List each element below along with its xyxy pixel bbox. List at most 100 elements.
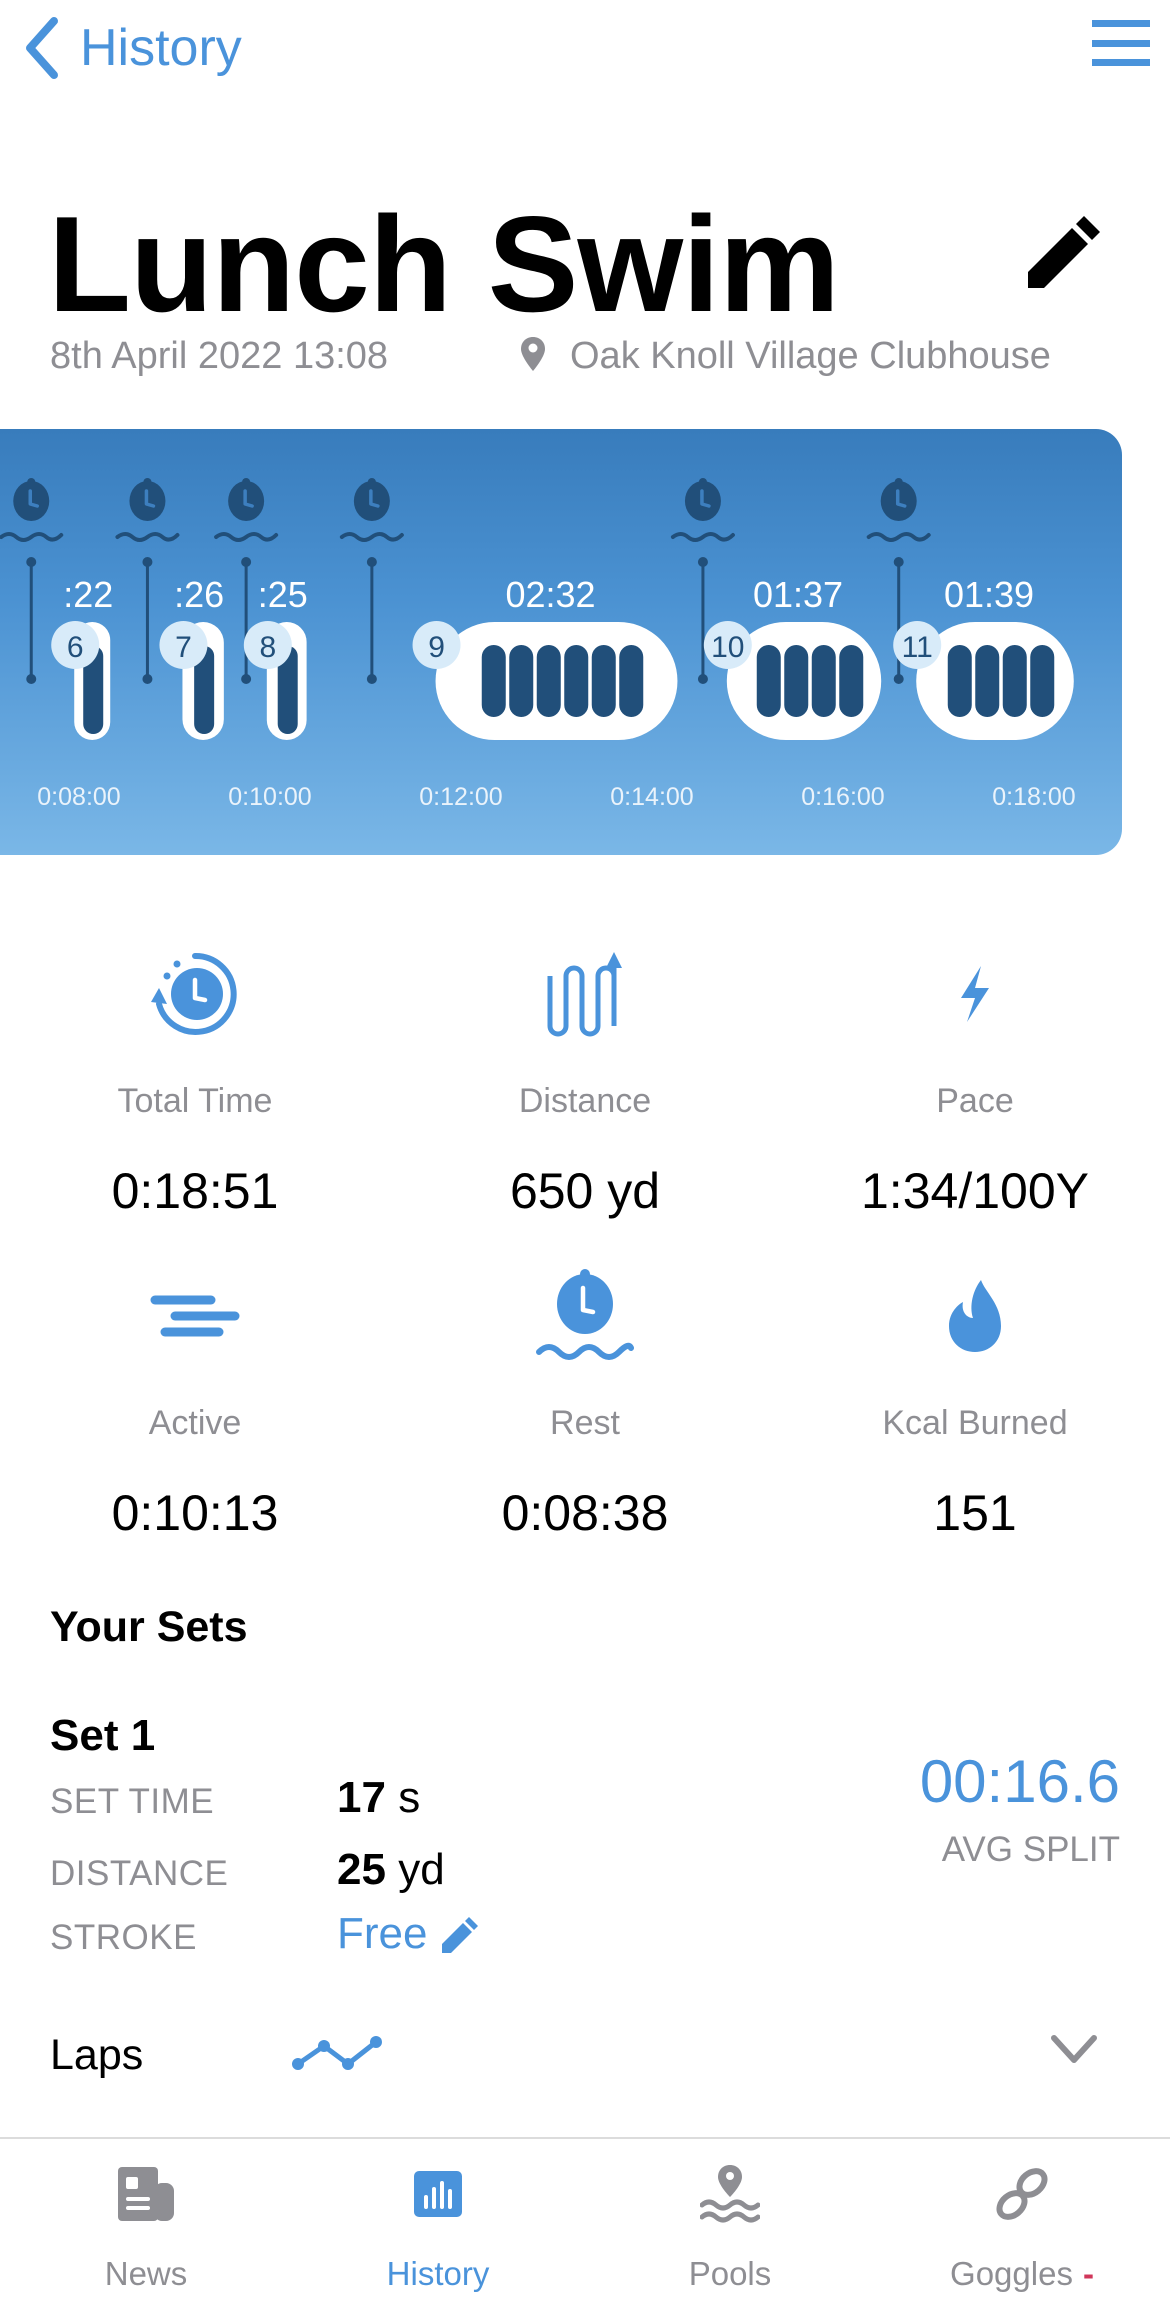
x-tick-label: 0:14:00 xyxy=(610,783,693,811)
set-duration-label: 01:37 xyxy=(753,574,843,615)
pencil-icon xyxy=(1028,216,1100,288)
link-chain-icon xyxy=(996,2168,1048,2220)
chevron-left-icon xyxy=(26,17,58,79)
rest-wave-icon xyxy=(214,532,279,542)
set-time-unit: s xyxy=(398,1773,421,1822)
avg-split-label: AVG SPLIT xyxy=(941,1830,1120,1869)
rest-wave-icon xyxy=(0,532,64,542)
distance-label: DISTANCE xyxy=(50,1854,229,1893)
set-number: 7 xyxy=(175,631,192,664)
x-tick-label: 0:12:00 xyxy=(419,783,502,811)
lap-bar xyxy=(564,645,589,717)
pool-location-icon xyxy=(700,2165,760,2223)
line-graph-icon xyxy=(292,2036,382,2070)
pencil-icon xyxy=(442,1917,479,1953)
lap-bar xyxy=(509,645,534,717)
rest-wave-icon xyxy=(115,532,180,542)
sets-heading: Your Sets xyxy=(50,1603,248,1651)
set-time-value: 17 s xyxy=(337,1776,420,1820)
set-duration-label: :26 xyxy=(174,574,224,615)
lap-bar xyxy=(947,645,972,717)
tab-history[interactable]: History xyxy=(292,2139,584,2309)
rest-line-start-dot xyxy=(241,557,252,567)
rest-wave-icon xyxy=(866,532,931,542)
x-tick-label: 0:08:00 xyxy=(37,783,120,811)
lap-bar xyxy=(536,645,561,717)
stat-value: 0:08:38 xyxy=(501,1485,669,1541)
workout-title: Lunch Swim xyxy=(48,188,840,340)
lane-distance-icon xyxy=(390,946,780,1042)
laps-expander[interactable] xyxy=(0,2000,1170,2100)
rest-line-start-dot xyxy=(26,557,37,567)
rest-line-end-dot xyxy=(366,674,377,684)
lap-bar xyxy=(619,645,644,717)
lightning-bolt-icon xyxy=(780,946,1170,1042)
stat-value: 0:10:13 xyxy=(111,1485,279,1541)
distance-value: 25 yd xyxy=(337,1848,445,1892)
set-number: 11 xyxy=(902,631,933,664)
set-number: 10 xyxy=(711,631,744,664)
lap-bar xyxy=(975,645,1000,717)
x-tick-label: 0:18:00 xyxy=(992,783,1075,811)
lap-bar xyxy=(811,645,836,717)
stat-label: Kcal Burned xyxy=(882,1404,1068,1442)
stat-kcal: Kcal Burned 151 xyxy=(780,1268,1170,1538)
back-button[interactable]: History xyxy=(22,12,242,84)
rest-line-end-dot xyxy=(893,674,904,684)
set-name: Set 1 xyxy=(50,1711,156,1760)
stat-active: Active 0:10:13 xyxy=(0,1268,390,1538)
timeline-svg: 6:22 7:26 8:25 9 02:32 10 01:37 11 01:39 0:08:00 0… xyxy=(0,478,1076,811)
rest-wave-icon xyxy=(339,532,404,542)
tab-label: Goggles - xyxy=(876,2257,1168,2290)
set-time-label: SET TIME xyxy=(50,1782,215,1821)
lap-bar xyxy=(839,645,864,717)
stat-total-time: Total Time 0:18:51 xyxy=(0,946,390,1216)
stat-rest: Rest 0:08:38 xyxy=(390,1268,780,1538)
stroke-selector[interactable]: Free xyxy=(337,1912,481,1956)
x-tick-label: 0:16:00 xyxy=(801,783,884,811)
set-number: 6 xyxy=(67,631,84,664)
stat-label: Rest xyxy=(550,1404,620,1442)
stat-label: Total Time xyxy=(117,1082,273,1120)
menu-button[interactable] xyxy=(1090,16,1152,70)
tab-label: History xyxy=(386,2255,490,2292)
stroke-value: Free xyxy=(337,1909,428,1958)
tab-bar: News History Pools Goggles - xyxy=(0,2137,1170,2309)
map-pin-icon xyxy=(521,336,545,371)
stat-label: Active xyxy=(148,1404,242,1442)
location-name: Oak Knoll Village Clubhouse xyxy=(570,335,1051,377)
lap-bar xyxy=(756,645,781,717)
set-duration-label: 01:39 xyxy=(944,574,1034,615)
tab-pools[interactable]: Pools xyxy=(584,2139,876,2309)
lap-bar xyxy=(591,645,616,717)
set-time-number: 17 xyxy=(337,1773,386,1822)
rest-line-end-dot xyxy=(26,674,37,684)
rest-line-start-dot xyxy=(142,557,153,567)
workout-timeline-chart[interactable]: 6:22 7:26 8:25 9 02:32 10 01:37 11 01:39 0:08:00 0… xyxy=(0,429,1122,855)
laps-label: Laps xyxy=(50,2031,144,2079)
tab-goggles[interactable]: Goggles - xyxy=(876,2139,1168,2309)
workout-location[interactable]: Oak Knoll Village Clubhouse xyxy=(520,334,1051,380)
hamburger-menu-icon-bar xyxy=(1092,59,1150,66)
clock-rewind-icon xyxy=(0,946,390,1042)
distance-unit: yd xyxy=(398,1845,445,1894)
x-tick-label: 0:10:00 xyxy=(228,783,311,811)
active-lines-icon xyxy=(0,1268,390,1364)
avg-split-value: 00:16.6 xyxy=(919,1748,1120,1815)
chevron-down-icon[interactable] xyxy=(1050,2032,1098,2066)
workout-date: 8th April 2022 13:08 xyxy=(50,335,389,377)
newspaper-icon xyxy=(118,2167,174,2221)
hamburger-menu-icon xyxy=(1092,20,1150,27)
rest-line-end-dot xyxy=(142,674,153,684)
stat-label: Distance xyxy=(518,1082,652,1120)
rest-stopwatch-icon xyxy=(390,1268,780,1364)
lap-bar xyxy=(1030,645,1055,717)
tab-news[interactable]: News xyxy=(0,2139,292,2309)
set-number: 8 xyxy=(259,631,276,664)
stat-label: Pace xyxy=(936,1082,1014,1120)
stat-distance: Distance 650 yd xyxy=(390,946,780,1216)
stat-value: 0:18:51 xyxy=(111,1163,279,1219)
edit-title-button[interactable] xyxy=(1024,206,1110,292)
tab-label: News xyxy=(104,2255,188,2292)
lap-bar xyxy=(481,645,506,717)
